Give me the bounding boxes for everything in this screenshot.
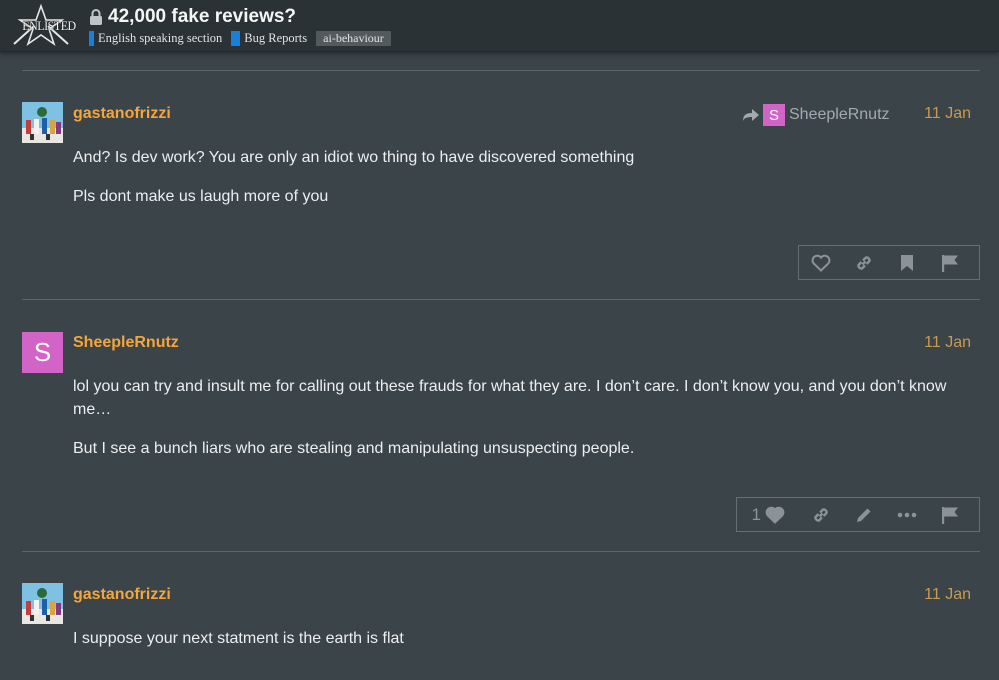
category-label: English speaking section xyxy=(98,30,223,45)
edit-icon xyxy=(856,508,870,522)
username[interactable]: gastanofrizzi xyxy=(73,586,171,604)
avatar-image-icon xyxy=(22,583,63,624)
topic-title[interactable]: 42,000 fake reviews? xyxy=(108,6,296,28)
like-button[interactable] xyxy=(799,246,842,279)
category-english-speaking[interactable]: English speaking section xyxy=(89,30,223,46)
post-paragraph: I suppose your next statment is the eart… xyxy=(73,630,404,647)
reply-avatar: S xyxy=(763,104,785,126)
logo-text: ENLISTED xyxy=(22,18,76,33)
username[interactable]: SheepleRnutz xyxy=(73,334,179,352)
edit-button[interactable] xyxy=(842,498,885,531)
bookmark-button[interactable] xyxy=(885,246,928,279)
post-body: And? Is dev work? You are only an idiot … xyxy=(73,146,968,208)
copy-link-button[interactable] xyxy=(799,498,842,531)
avatar[interactable]: S xyxy=(22,332,63,373)
reply-username: SheepleRnutz xyxy=(789,106,890,123)
bookmark-icon xyxy=(900,254,913,271)
category-label: Bug Reports xyxy=(244,30,308,45)
post-body: I suppose your next statment is the eart… xyxy=(73,627,968,650)
copy-link-button[interactable] xyxy=(842,246,885,279)
link-icon xyxy=(813,507,828,522)
post-date[interactable]: 11 Jan xyxy=(924,334,971,352)
flag-icon xyxy=(941,506,958,524)
reply-arrow-icon xyxy=(743,109,759,121)
post-paragraph: And? Is dev work? You are only an idiot … xyxy=(73,149,635,166)
avatar[interactable] xyxy=(22,102,63,143)
lock-icon xyxy=(90,8,102,25)
post-body: lol you can try and insult me for callin… xyxy=(73,375,968,460)
topic-header: ENLISTED 42,000 fake reviews? English sp… xyxy=(0,0,999,52)
avatar[interactable] xyxy=(22,583,63,624)
like-count: 1 xyxy=(751,504,761,524)
category-bug-reports[interactable]: Bug Reports xyxy=(231,30,308,46)
reply-to-indicator[interactable]: S SheepleRnutz xyxy=(742,104,890,126)
post-date[interactable]: 11 Jan xyxy=(924,105,971,123)
link-icon xyxy=(856,255,871,270)
topic-title-row: 42,000 fake reviews? xyxy=(89,6,296,28)
post-actions xyxy=(798,245,980,280)
heart-icon xyxy=(811,254,830,272)
flag-button[interactable] xyxy=(928,498,971,531)
post-date[interactable]: 11 Jan xyxy=(924,586,971,604)
flag-button[interactable] xyxy=(928,246,971,279)
post-divider xyxy=(22,551,980,552)
post-actions: 1 xyxy=(736,497,980,532)
heart-icon xyxy=(765,506,785,524)
post-divider xyxy=(22,299,980,300)
breadcrumb: English speaking section Bug Reports ai-… xyxy=(89,30,391,46)
category-color-swatch xyxy=(89,30,94,46)
post-paragraph: But I see a bunch liars who are stealing… xyxy=(73,440,635,457)
enlisted-logo[interactable]: ENLISTED xyxy=(8,4,76,48)
more-button[interactable] xyxy=(885,498,928,531)
tag-ai-behaviour[interactable]: ai-behaviour xyxy=(316,30,391,46)
username[interactable]: gastanofrizzi xyxy=(73,105,171,123)
post-divider xyxy=(22,70,980,71)
post-paragraph: lol you can try and insult me for callin… xyxy=(73,378,947,418)
avatar-image-icon xyxy=(22,102,63,143)
category-color-swatch xyxy=(231,30,241,46)
post-paragraph: Pls dont make us laugh more of you xyxy=(73,188,329,205)
like-button[interactable]: 1 xyxy=(742,498,799,531)
flag-icon xyxy=(941,254,958,272)
more-icon xyxy=(897,512,916,517)
